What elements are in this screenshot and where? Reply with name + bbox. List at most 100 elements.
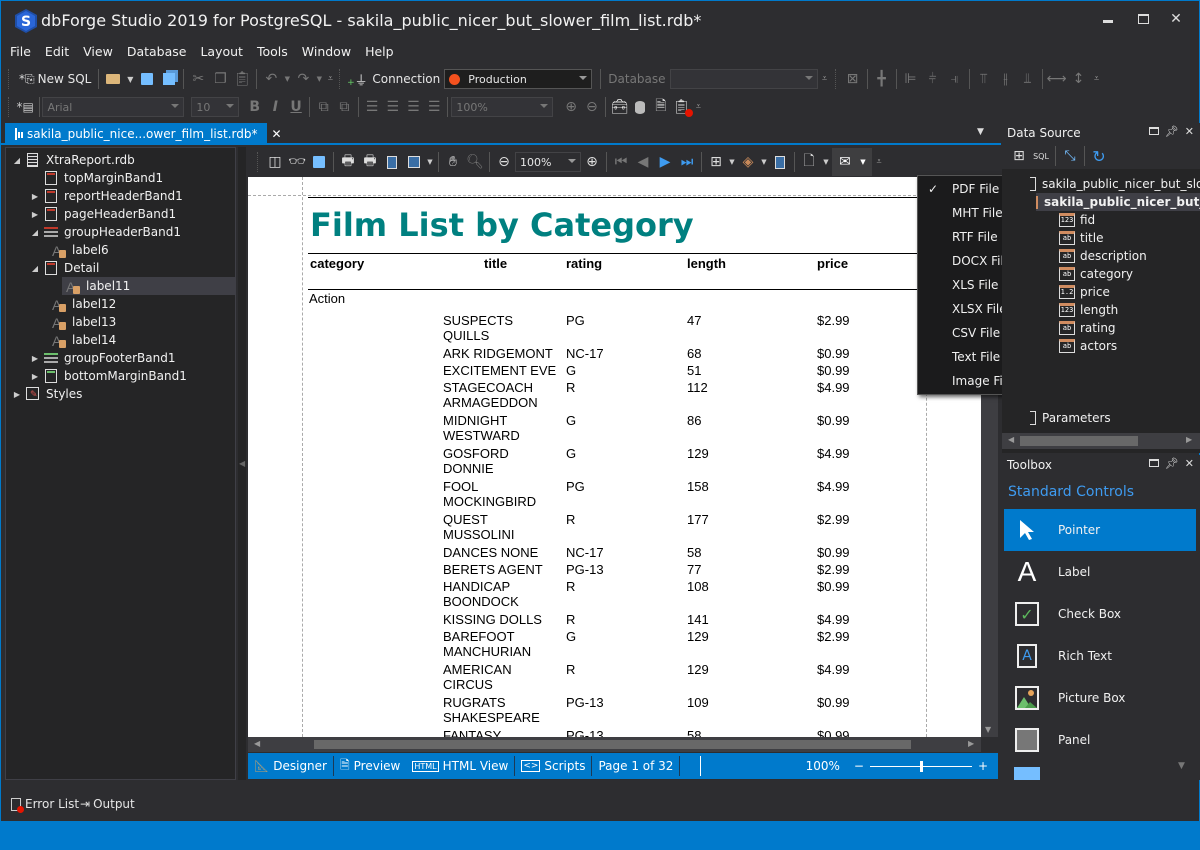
new-sql-button[interactable]: *⎘ New SQL	[15, 72, 95, 87]
toolbar-grip[interactable]	[339, 69, 343, 89]
save-document-button[interactable]	[308, 151, 330, 173]
tree-node[interactable]: ◢ XtraReport.rdb	[12, 151, 135, 169]
tree-node[interactable]: ▶ bottomMarginBand1	[30, 367, 187, 385]
cut-button[interactable]: ✂	[187, 68, 209, 90]
previous-page-button[interactable]: ◀	[632, 151, 654, 173]
toolbox-item-panel[interactable]: Panel	[1004, 719, 1196, 761]
align-lefts-button[interactable]: ⊫	[900, 68, 922, 90]
background-color-button[interactable]: ◈	[737, 151, 759, 173]
page-setup-button[interactable]	[381, 151, 403, 173]
tab-list-dropdown[interactable]: ▼	[977, 127, 984, 137]
zoom-out-preview-button[interactable]: ⊖	[493, 151, 515, 173]
preview-view-button[interactable]: 🗎︎ Preview	[334, 756, 406, 776]
data-field-node[interactable]: ab title	[1059, 229, 1103, 247]
hand-tool-button[interactable]: ✋︎	[442, 151, 464, 173]
toolbox-item-label[interactable]: A Label	[1004, 551, 1196, 593]
align-rights-button[interactable]: ⫣	[944, 68, 966, 90]
tree-node[interactable]: topMarginBand1	[30, 169, 163, 187]
bring-to-front-button[interactable]: ⧉	[313, 96, 334, 118]
zoom-in-status-button[interactable]: +	[978, 759, 988, 773]
tree-node[interactable]: Alabel12	[52, 295, 116, 313]
data-field-node[interactable]: ab rating	[1059, 319, 1116, 337]
add-data-source-button[interactable]: ⊞	[1008, 145, 1030, 167]
redo-dropdown[interactable]: ▼	[314, 68, 324, 90]
document-map-button[interactable]: ◫	[264, 151, 286, 173]
data-source-button[interactable]	[630, 96, 651, 118]
toolbox-button[interactable]: 🧰︎	[609, 96, 630, 118]
last-page-button[interactable]: ⏭	[676, 151, 698, 173]
tree-node[interactable]: ▶ ✎ Styles	[12, 385, 82, 403]
zoom-slider-thumb[interactable]	[919, 761, 923, 772]
error-list-tab[interactable]: Error List	[11, 797, 79, 813]
open-file-button[interactable]	[102, 68, 124, 90]
underline-button[interactable]: U	[286, 96, 307, 118]
close-panel-button[interactable]: ✕	[1185, 457, 1194, 470]
bold-button[interactable]: B	[244, 96, 265, 118]
magnifier-button[interactable]: 🔍︎	[464, 151, 486, 173]
tree-node[interactable]: Alabel11	[62, 277, 235, 295]
send-email-dropdown[interactable]: ▼	[856, 151, 870, 173]
menu-help[interactable]: Help	[360, 43, 399, 63]
tree-node[interactable]: ▶ reportHeaderBand1	[30, 187, 183, 205]
undo-dropdown[interactable]: ▼	[282, 68, 292, 90]
toolbar-grip[interactable]	[8, 69, 12, 89]
make-same-height-button[interactable]: ↕	[1068, 68, 1090, 90]
scale-dropdown[interactable]: ▼	[425, 151, 435, 173]
print-button[interactable]: 🖶︎	[337, 151, 359, 173]
designer-view-button[interactable]: 📐︎ Designer	[248, 756, 334, 776]
data-field-node[interactable]: 123 fid	[1059, 211, 1095, 229]
tree-node[interactable]: ▶ groupFooterBand1	[30, 349, 176, 367]
copy-button[interactable]: ❐	[209, 68, 231, 90]
align-text-right-button[interactable]: ☰	[403, 96, 424, 118]
open-dropdown-button[interactable]: ▼	[124, 68, 136, 90]
zoom-out-button[interactable]: ⊖	[581, 96, 602, 118]
align-text-left-button[interactable]: ☰	[362, 96, 383, 118]
toolbar-overflow-button[interactable]: ⩡	[818, 68, 832, 90]
align-to-grid-button[interactable]: ╋	[871, 68, 893, 90]
parameters-node[interactable]: Parameters	[1030, 409, 1111, 427]
close-panel-button[interactable]: ✕	[1185, 125, 1194, 138]
menu-database[interactable]: Database	[122, 43, 192, 63]
zoom-in-preview-button[interactable]: ⊕	[581, 151, 603, 173]
collapse-arrow-icon[interactable]: ◢	[30, 228, 40, 237]
edit-query-button[interactable]: SQL	[1030, 145, 1052, 167]
preview-zoom-select[interactable]: 100%	[515, 152, 581, 172]
collapse-arrow-icon[interactable]: ◢	[30, 264, 40, 273]
justify-text-button[interactable]: ☰	[424, 96, 445, 118]
report-preview-page[interactable]: Film List by Category category title rat…	[248, 177, 981, 737]
pin-panel-button[interactable]: 📌︎	[1165, 125, 1179, 138]
scale-button[interactable]	[403, 151, 425, 173]
toolbox-item-rich-text[interactable]: A Rich Text	[1004, 635, 1196, 677]
toolbox-item-pointer[interactable]: Pointer	[1004, 509, 1196, 551]
zoom-in-button[interactable]: ⊕	[561, 96, 582, 118]
data-source-root[interactable]: sakila_public_nicer_but_slower_f	[1030, 175, 1200, 193]
find-button[interactable]: 👓︎	[286, 151, 308, 173]
export-button[interactable]: 🗋︎	[798, 151, 820, 173]
menu-edit[interactable]: Edit	[40, 43, 74, 63]
redo-button[interactable]: ↷	[292, 68, 314, 90]
scripts-view-button[interactable]: <> Scripts	[515, 756, 593, 776]
data-table-node[interactable]: sakila_public_nicer_but_	[1036, 193, 1200, 211]
make-same-width-button[interactable]: ⟷	[1046, 68, 1068, 90]
align-centers-button[interactable]: ⫩	[922, 68, 944, 90]
float-panel-button[interactable]	[1148, 125, 1159, 138]
toolbox-item-checkbox[interactable]: ✓ Check Box	[1004, 593, 1196, 635]
tree-node[interactable]: ▶ pageHeaderBand1	[30, 205, 176, 223]
report-errors-button[interactable]: 📋︎	[671, 96, 694, 118]
menu-view[interactable]: View	[78, 43, 118, 63]
toolbox-item-table[interactable]: Table	[1004, 761, 1196, 780]
align-text-center-button[interactable]: ☰	[382, 96, 403, 118]
new-connection-button[interactable]: +⏚	[346, 68, 368, 90]
data-source-hscrollbar[interactable]: ◀ ▶	[1002, 433, 1200, 449]
toolbox-group-header[interactable]: Standard Controls	[1008, 484, 1134, 500]
menu-file[interactable]: File	[5, 43, 36, 63]
expand-arrow-icon[interactable]: ▶	[12, 390, 22, 399]
data-field-node[interactable]: ab category	[1059, 265, 1133, 283]
paste-button[interactable]: 📋︎	[231, 68, 253, 90]
expand-arrow-icon[interactable]: ▶	[30, 192, 40, 201]
maximize-button[interactable]	[1133, 9, 1153, 29]
tab-report-document[interactable]: sakila_public_nice...ower_film_list.rdb*…	[5, 123, 282, 145]
multiple-pages-button[interactable]: ⊞	[705, 151, 727, 173]
data-field-node[interactable]: 1.2 price	[1059, 283, 1110, 301]
new-report-item-button[interactable]: *▤	[15, 96, 36, 118]
